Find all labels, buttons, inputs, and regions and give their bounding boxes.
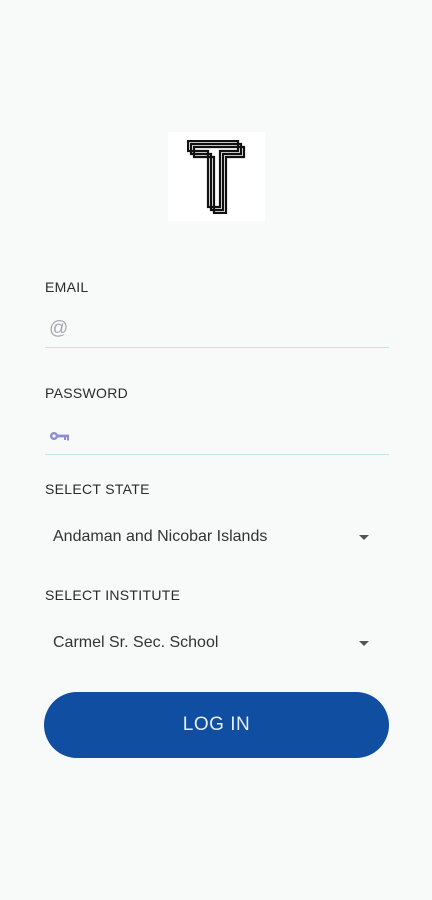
dropdown-caret-icon (359, 640, 369, 646)
password-field-row (45, 417, 389, 455)
key-icon (45, 430, 71, 442)
login-button[interactable]: LOG IN (44, 692, 389, 758)
login-screen: EMAIL @ PASSWORD SELECT STATE Andaman an… (0, 0, 432, 900)
institute-selected-value: Carmel Sr. Sec. School (53, 634, 219, 651)
at-icon: @ (49, 318, 69, 339)
logo-t-icon (186, 139, 245, 214)
dropdown-caret-icon (359, 534, 369, 540)
password-label: PASSWORD (45, 385, 129, 401)
password-input[interactable] (71, 417, 389, 454)
state-select[interactable]: Andaman and Nicobar Islands (45, 517, 389, 557)
state-label: SELECT STATE (45, 481, 150, 497)
institute-select[interactable]: Carmel Sr. Sec. School (45, 623, 389, 663)
email-field-row: @ (45, 310, 389, 348)
email-label: EMAIL (45, 279, 89, 295)
email-input[interactable] (71, 310, 389, 347)
app-logo (168, 132, 265, 221)
state-selected-value: Andaman and Nicobar Islands (53, 528, 268, 545)
institute-label: SELECT INSTITUTE (45, 587, 181, 603)
